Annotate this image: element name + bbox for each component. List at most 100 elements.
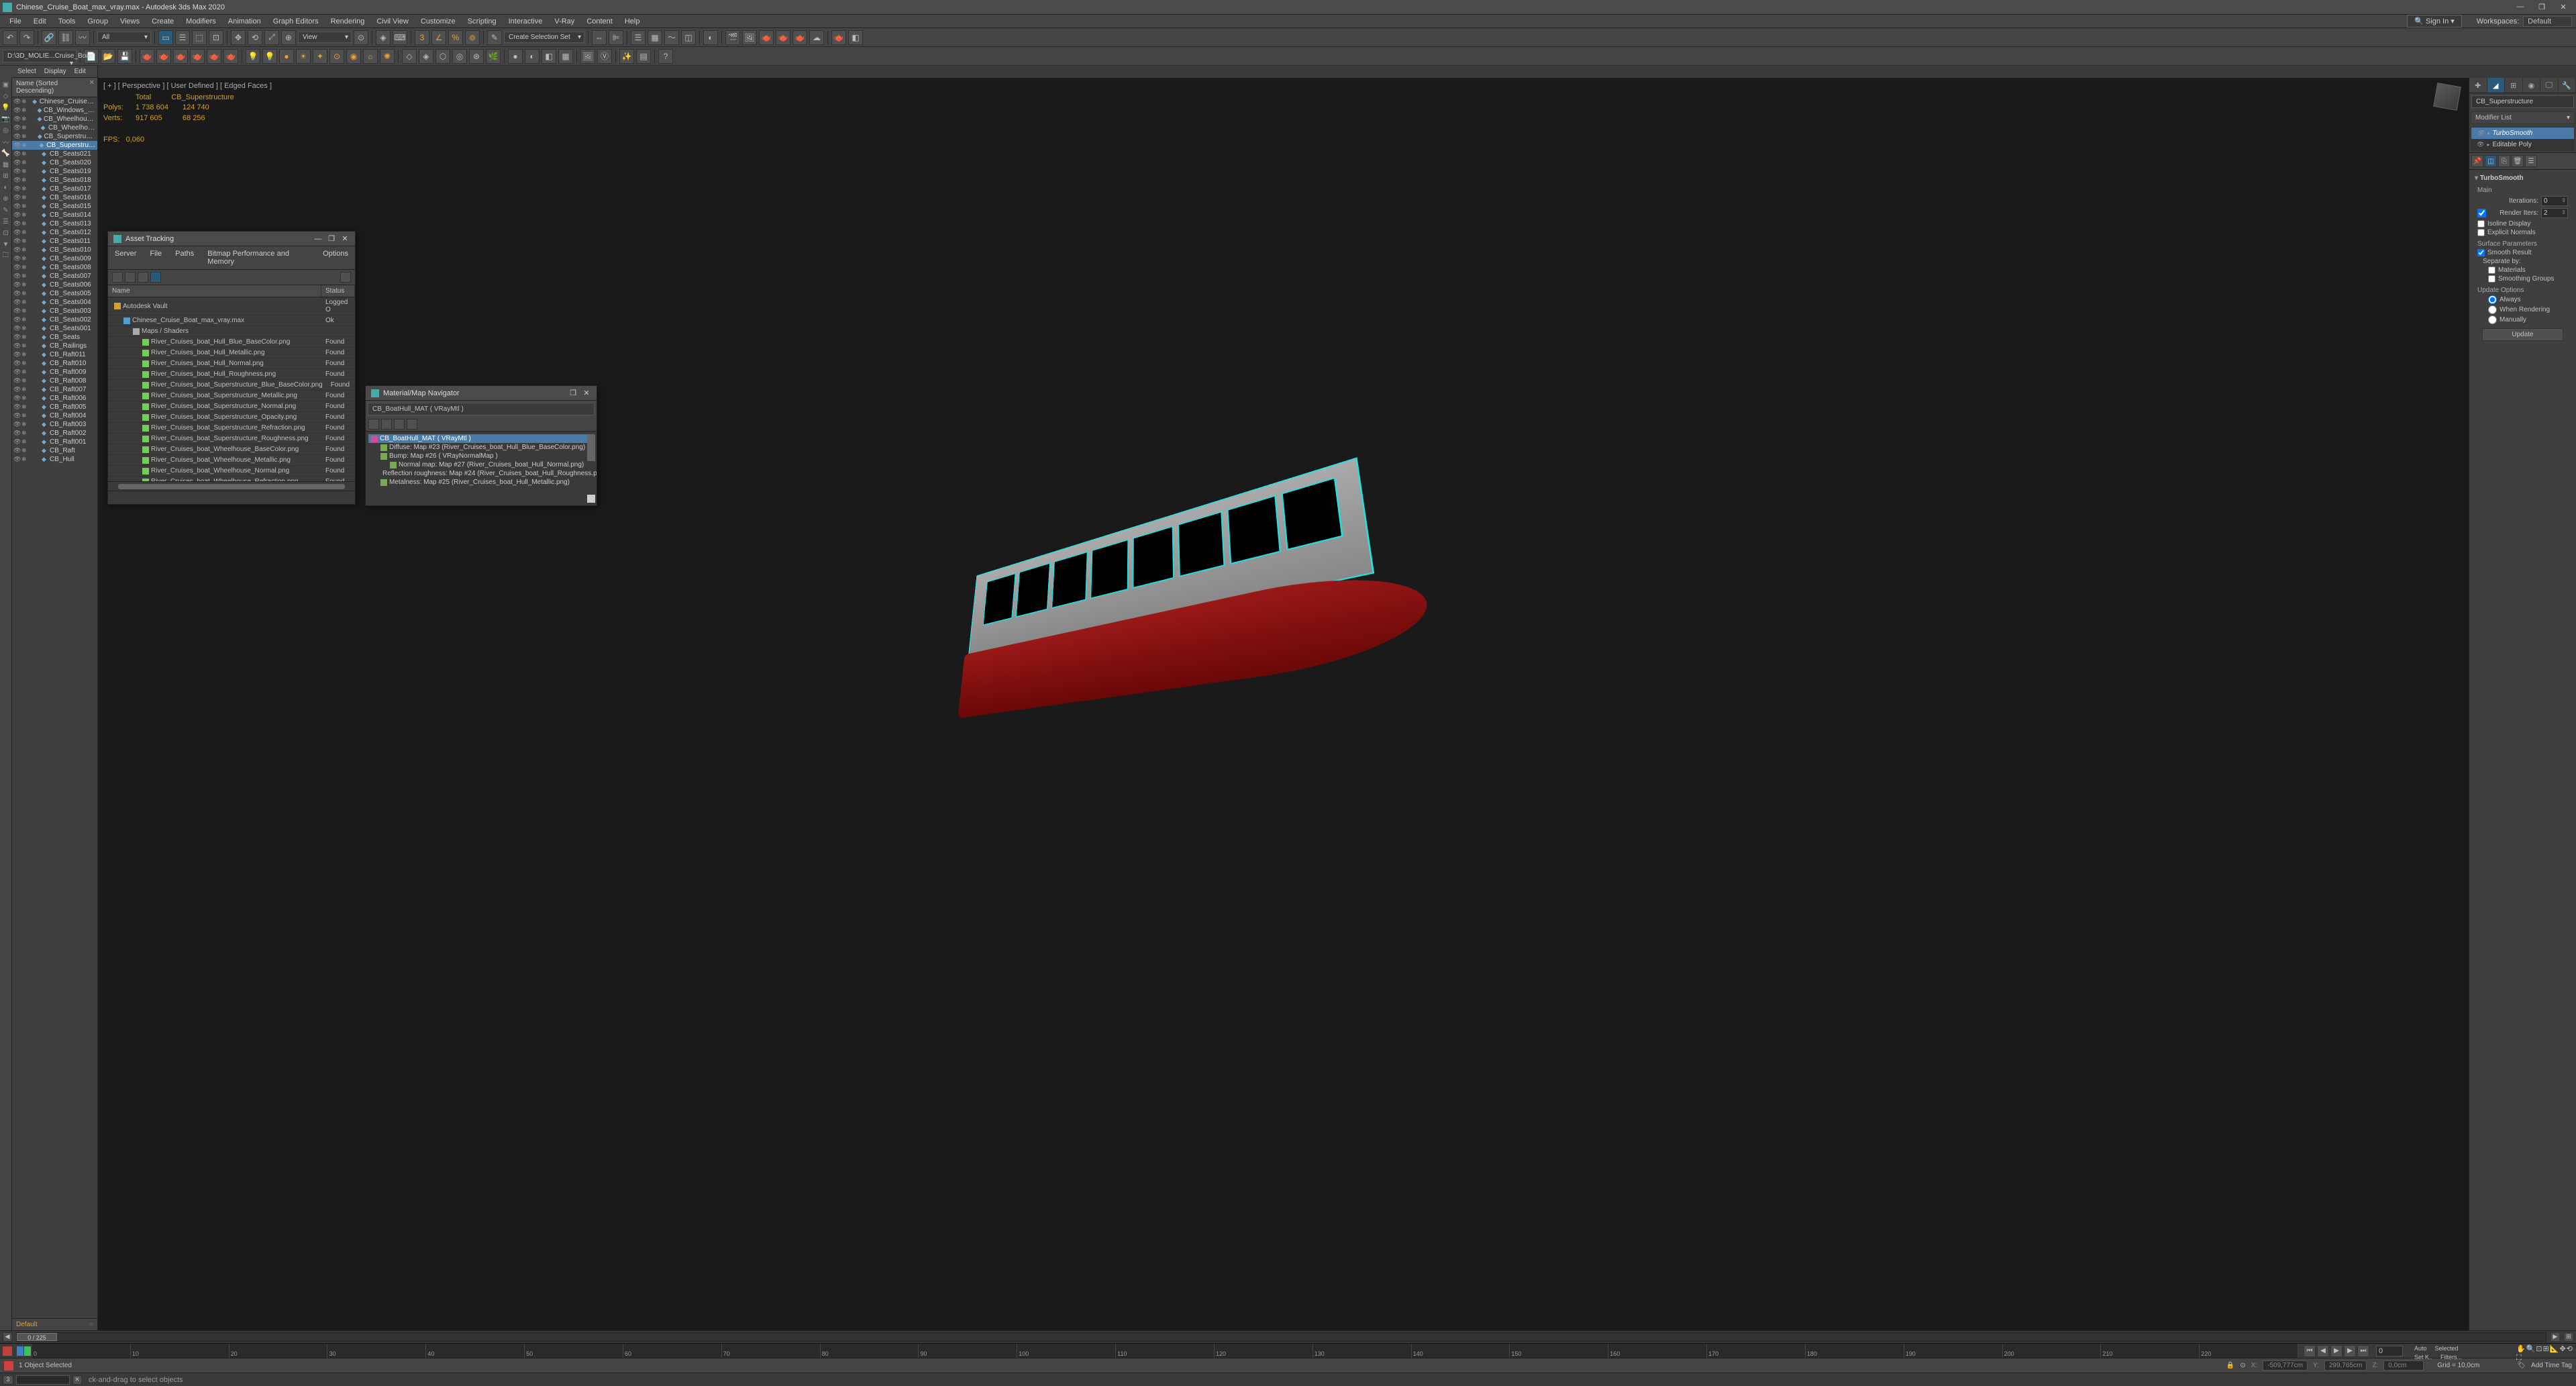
scene-item[interactable]: 👁❄◆CB_Raft002: [12, 429, 97, 438]
vr8-icon[interactable]: ▤: [636, 49, 651, 64]
scene-item[interactable]: 👁❄◆CB_Raft009: [12, 368, 97, 377]
scene-item[interactable]: 👁❄◆CB_Raft005: [12, 403, 97, 411]
redo-button[interactable]: ↷: [19, 30, 34, 45]
teapot4-icon[interactable]: 🫖: [190, 49, 205, 64]
tool-icon[interactable]: ⊡: [1, 228, 11, 238]
teapot1-icon[interactable]: 🫖: [140, 49, 154, 64]
visibility-icon[interactable]: 👁: [13, 342, 20, 350]
freeze-icon[interactable]: ❄: [21, 299, 28, 306]
dialog-titlebar[interactable]: Material/Map Navigator ❐ ✕: [366, 386, 597, 401]
teapot3-icon[interactable]: 🫖: [173, 49, 188, 64]
render-button[interactable]: 🫖: [759, 30, 774, 45]
render-preset-button[interactable]: 🫖: [792, 30, 807, 45]
key-filters-dropdown[interactable]: Filters...: [2438, 1353, 2514, 1361]
when-rendering-radio[interactable]: [2488, 305, 2497, 314]
unlink-button[interactable]: ⛓: [58, 30, 73, 45]
view-icon[interactable]: [407, 419, 417, 430]
close-button[interactable]: ✕: [340, 234, 350, 243]
next-frame-button[interactable]: ▶: [2344, 1345, 2356, 1357]
menu-edit[interactable]: Edit: [28, 16, 52, 27]
selection-filter-dropdown[interactable]: All: [97, 32, 151, 43]
vr4-icon[interactable]: ▦: [558, 49, 573, 64]
move-button[interactable]: ✥: [231, 30, 246, 45]
spinner-snap-button[interactable]: ⊚: [465, 30, 480, 45]
scene-item[interactable]: 👁❄◆CB_Seats018: [12, 176, 97, 185]
tool-icon[interactable]: ⊕: [1, 193, 11, 204]
asset-row[interactable]: River_Cruises_boat_Superstructure_Normal…: [108, 401, 355, 412]
visibility-icon[interactable]: 👁: [13, 421, 20, 428]
maximize-button[interactable]: ❐: [568, 389, 578, 397]
auto-key-button[interactable]: Auto: [2410, 1344, 2431, 1352]
link-button[interactable]: 🔗: [42, 30, 56, 45]
layer-explorer-button[interactable]: ☰: [631, 30, 646, 45]
viewport[interactable]: [ + ] [ Perspective ] [ User Defined ] […: [98, 78, 2469, 1330]
sun-icon[interactable]: ☼: [363, 49, 378, 64]
sphere-icon[interactable]: ●: [279, 49, 294, 64]
menu-animation[interactable]: Animation: [223, 16, 266, 27]
freeze-icon[interactable]: ❄: [21, 107, 27, 114]
time-config-button[interactable]: ⊞: [2564, 1332, 2573, 1342]
light1-icon[interactable]: 💡: [246, 49, 260, 64]
toggle-ribbon-button[interactable]: ▦: [648, 30, 662, 45]
helper1-icon[interactable]: ◇: [402, 49, 417, 64]
asset-row[interactable]: River_Cruises_boat_Superstructure_Roughn…: [108, 434, 355, 444]
freeze-icon[interactable]: ❄: [21, 211, 28, 219]
viewport-label[interactable]: [ + ] [ Perspective ] [ User Defined ] […: [103, 82, 272, 90]
menu-customize[interactable]: Customize: [415, 16, 461, 27]
ref-coord-dropdown[interactable]: View: [298, 32, 352, 43]
view-mode-icon[interactable]: [138, 272, 148, 283]
refresh-icon[interactable]: [340, 272, 351, 283]
scene-item[interactable]: 👁❄◆CB_Windows_and_doo: [12, 106, 97, 115]
visibility-icon[interactable]: 👁: [13, 412, 20, 419]
viewcube[interactable]: [2433, 83, 2461, 111]
close-button[interactable]: ✕: [2559, 3, 2568, 12]
visibility-icon[interactable]: 👁: [13, 211, 20, 219]
asset-menu-options[interactable]: Options: [316, 248, 355, 267]
maximize-button[interactable]: ❐: [2537, 3, 2546, 12]
freeze-icon[interactable]: ❄: [21, 264, 28, 271]
light6-icon[interactable]: ◉: [346, 49, 361, 64]
asset-row[interactable]: Autodesk VaultLogged O: [108, 297, 355, 315]
visibility-icon[interactable]: 👁: [13, 115, 20, 123]
visibility-icon[interactable]: 👁: [13, 430, 20, 437]
scene-item[interactable]: 👁❄◆CB_Raft007: [12, 385, 97, 394]
freeze-icon[interactable]: ❄: [21, 194, 28, 201]
menu-scripting[interactable]: Scripting: [462, 16, 502, 27]
render-setup-button[interactable]: 🎬: [725, 30, 740, 45]
scene-menu-edit[interactable]: Edit: [70, 67, 90, 76]
zoom-all-icon[interactable]: ⊞: [2543, 1344, 2549, 1353]
visibility-icon[interactable]: 👁: [13, 168, 20, 175]
freeze-icon[interactable]: ❄: [21, 185, 28, 193]
remove-modifier-icon[interactable]: 🗑: [2512, 155, 2524, 167]
smoothing-groups-checkbox[interactable]: [2488, 275, 2495, 283]
render-last-button[interactable]: 🫖: [776, 30, 790, 45]
iterations-spinner[interactable]: 0: [2541, 196, 2568, 206]
expand-icon[interactable]: ▸: [2487, 130, 2489, 136]
time-slider[interactable]: 0 / 225: [16, 1332, 2546, 1342]
add-time-tag[interactable]: Add Time Tag: [2531, 1362, 2572, 1369]
curve-editor-button[interactable]: 〜: [664, 30, 679, 45]
helper4-icon[interactable]: ◎: [452, 49, 467, 64]
view-icon[interactable]: [381, 419, 392, 430]
freeze-icon[interactable]: ❄: [21, 124, 28, 132]
scene-item[interactable]: 👁❄◆CB_Seats017: [12, 185, 97, 193]
scene-item[interactable]: 👁❄◆CB_Seats009: [12, 254, 97, 263]
teapot5-icon[interactable]: 🫖: [207, 49, 221, 64]
x-coord-field[interactable]: -509,777cm: [2263, 1360, 2308, 1371]
visibility-icon[interactable]: 👁: [13, 150, 20, 158]
time-prev-button[interactable]: ◀: [3, 1332, 12, 1342]
key-mode-dropdown[interactable]: Selected: [2432, 1344, 2514, 1352]
scene-item[interactable]: 👁❄◆CB_Raft003: [12, 420, 97, 429]
asset-row[interactable]: River_Cruises_boat_Wheelhouse_Refraction…: [108, 477, 355, 481]
asset-row[interactable]: Chinese_Cruise_Boat_max_vray.maxOk: [108, 315, 355, 326]
menu-graph-editors[interactable]: Graph Editors: [268, 16, 324, 27]
scene-item[interactable]: 👁❄◆Chinese_Cruise_Boat: [12, 97, 97, 106]
visibility-icon[interactable]: 👁: [13, 107, 20, 114]
vr1-icon[interactable]: ●: [508, 49, 523, 64]
scene-item[interactable]: 👁❄◆CB_Seats001: [12, 324, 97, 333]
visibility-icon[interactable]: 👁: [13, 133, 20, 140]
tool-icon[interactable]: 🗀: [1, 250, 11, 261]
visibility-icon[interactable]: 👁: [13, 377, 20, 385]
scene-item[interactable]: 👁❄◆CB_Seats007: [12, 272, 97, 281]
asset-grid[interactable]: Name Status Autodesk VaultLogged OChines…: [108, 285, 355, 481]
